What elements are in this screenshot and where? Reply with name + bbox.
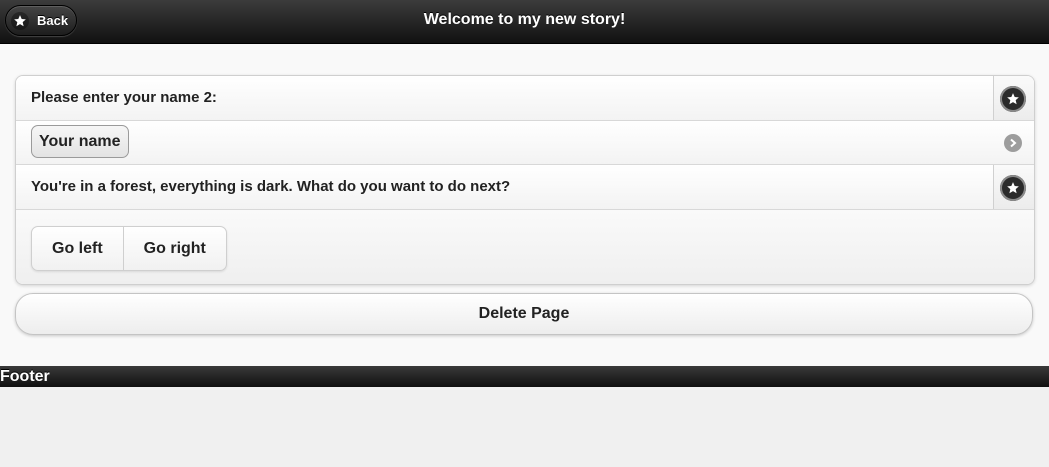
footer-text: Footer [0, 368, 50, 385]
choices-area: Go left Go right [16, 210, 1034, 284]
go-right-button[interactable]: Go right [122, 227, 226, 270]
prompt-label: Please enter your name 2: [31, 89, 217, 106]
star-icon [1000, 86, 1026, 112]
list-item-name[interactable]: Your name [16, 121, 1034, 165]
description-text: You're in a forest, everything is dark. … [31, 178, 511, 195]
page-background [0, 387, 1049, 467]
page-listview: Please enter your name 2: Your name You'… [15, 75, 1035, 285]
app-page: Back Welcome to my new story! Please ent… [0, 0, 1049, 467]
name-input-chip[interactable]: Your name [31, 125, 129, 158]
go-left-button[interactable]: Go left [32, 227, 123, 270]
content-area: Please enter your name 2: Your name You'… [0, 44, 1049, 366]
arrow-right-icon [1004, 134, 1022, 152]
description-edit-button[interactable] [993, 165, 1034, 209]
footer-bar: Footer [0, 366, 1049, 387]
list-item-prompt[interactable]: Please enter your name 2: [16, 76, 1034, 121]
page-title: Welcome to my new story! [423, 11, 626, 28]
header-bar: Back Welcome to my new story! [0, 0, 1049, 44]
choices-controlgroup: Go left Go right [31, 226, 227, 271]
star-icon [1000, 175, 1026, 201]
prompt-edit-button[interactable] [993, 76, 1034, 120]
list-item-description[interactable]: You're in a forest, everything is dark. … [16, 165, 1034, 210]
delete-page-button[interactable]: Delete Page [15, 293, 1033, 335]
